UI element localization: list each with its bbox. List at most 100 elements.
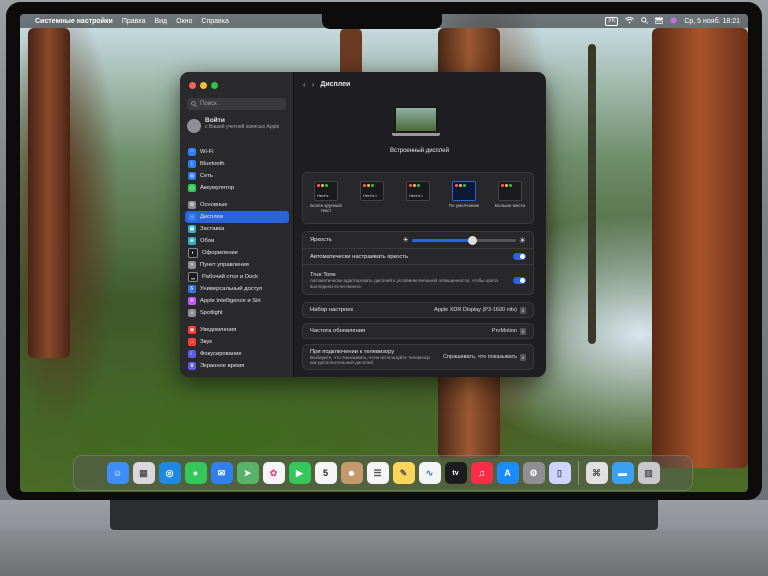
- app-store-icon[interactable]: A: [496, 462, 519, 484]
- true-tone-toggle[interactable]: [513, 277, 526, 284]
- chevron-updown-icon: ⇕: [520, 306, 526, 314]
- search-field[interactable]: Поиск: [187, 98, 286, 110]
- sidebar-item-appearance[interactable]: ◐ Оформление: [185, 247, 289, 259]
- sidebar-item-bluetooth[interactable]: ᛒ Bluetooth: [185, 158, 289, 170]
- sidebar-item-label: Основные: [200, 202, 228, 208]
- forward-button[interactable]: ›: [312, 80, 315, 89]
- brightness-slider[interactable]: [411, 235, 516, 245]
- true-tone-description: Автоматически адаптировать дисплей к усл…: [310, 278, 498, 289]
- sidebar-item-label: Spotlight: [200, 310, 223, 316]
- sidebar-item-screen-time[interactable]: ⧗ Экранное время: [185, 360, 289, 372]
- maps-icon[interactable]: ➤: [236, 462, 259, 484]
- tv-popup[interactable]: Спрашивать, что показывать ⇕: [443, 353, 526, 361]
- sidebar-item-wallpaper[interactable]: ❀ Обои: [185, 235, 289, 247]
- contacts-icon[interactable]: ☻: [340, 462, 363, 484]
- resolution-option-selected[interactable]: По умолчанию: [444, 181, 484, 213]
- sidebar-item-label: Пункт управления: [200, 262, 249, 268]
- sidebar-item-general[interactable]: ⚙ Основные: [185, 199, 289, 211]
- system-settings-icon[interactable]: ⚙: [522, 462, 545, 484]
- search-status-icon[interactable]: [641, 16, 649, 26]
- sidebar: Поиск Войти с Вашей учетной записью Appl…: [180, 72, 294, 377]
- wallpaper-tree: [652, 28, 748, 468]
- messages-icon[interactable]: ●: [184, 462, 207, 484]
- sidebar-item-notifications[interactable]: ◉ Уведомления: [185, 324, 289, 336]
- sidebar-item-wifi[interactable]: ◠ Wi-Fi: [185, 146, 289, 158]
- resolution-option[interactable]: Here's t: [352, 181, 392, 213]
- safari-icon[interactable]: ◎: [158, 462, 181, 484]
- sidebar-item-screensaver[interactable]: ▣ Заставка: [185, 223, 289, 235]
- tv-description: Выберите, что показывать, если используй…: [310, 354, 430, 366]
- sidebar-item-label: Apple Intelligence и Siri: [200, 298, 261, 304]
- sidebar-item-control-center[interactable]: ≡ Пункт управления: [185, 259, 289, 271]
- facetime-icon[interactable]: ▶: [288, 462, 311, 484]
- preset-label: Набор настроек: [310, 307, 353, 313]
- menu-view[interactable]: Вид: [154, 18, 167, 25]
- siri-status-icon[interactable]: [670, 16, 677, 26]
- auto-brightness-toggle[interactable]: [513, 253, 526, 260]
- tv-panel: При подключении к телевизору Выберите, ч…: [302, 344, 534, 370]
- display-icon: ☼: [188, 213, 196, 221]
- settings-content: ‹ › Дисплеи Встроенный дисплей Here's Бо…: [293, 72, 546, 377]
- finder-icon[interactable]: ☺: [106, 462, 129, 484]
- wallpaper-tree: [28, 28, 70, 358]
- sidebar-item-battery[interactable]: ▭ Аккумулятор: [185, 182, 289, 194]
- display-thumbnail[interactable]: [392, 106, 440, 140]
- preset-popup[interactable]: Apple XDR Display (P3-1600 nits) ⇕: [434, 306, 526, 314]
- reminders-icon[interactable]: ☰: [366, 462, 389, 484]
- resolution-panel: Here's Более крупный текст Here's t Here…: [302, 172, 534, 224]
- app-menu[interactable]: Системные настройки: [35, 18, 113, 25]
- sound-icon: ♪: [188, 338, 196, 346]
- freeform-icon[interactable]: ∿: [418, 462, 441, 484]
- apple-tv-icon[interactable]: tv: [444, 462, 467, 484]
- preview-icon[interactable]: ⌘: [585, 462, 608, 484]
- spotlight-icon: ⌕: [188, 309, 196, 317]
- sidebar-item-desktop-dock[interactable]: ▁ Рабочий стол и Dock: [185, 271, 289, 283]
- minimize-window-button[interactable]: [200, 82, 207, 89]
- refresh-rate-popup[interactable]: ProMotion ⇕: [492, 327, 526, 335]
- launchpad-icon[interactable]: ▦: [132, 462, 155, 484]
- brightness-knob[interactable]: [468, 235, 478, 245]
- resolution-option[interactable]: Больше места: [490, 181, 530, 213]
- sidebar-item-accessibility[interactable]: ♿ Универсальный доступ: [185, 283, 289, 295]
- input-source-indicator[interactable]: УК: [605, 16, 619, 26]
- close-window-button[interactable]: [189, 82, 196, 89]
- gear-icon: ⚙: [188, 201, 196, 209]
- zoom-window-button[interactable]: [211, 82, 218, 89]
- sidebar-item-spotlight[interactable]: ⌕ Spotlight: [185, 307, 289, 319]
- photos-icon[interactable]: ✿: [262, 462, 285, 484]
- laptop-screen: Системные настройки Правка Вид Окно Спра…: [20, 14, 748, 492]
- sidebar-item-focus[interactable]: ☾ Фокусирование: [185, 348, 289, 360]
- sidebar-item-label: Обои: [200, 238, 215, 244]
- menu-edit[interactable]: Правка: [122, 18, 146, 25]
- sidebar-item-network[interactable]: ◍ Сеть: [185, 170, 289, 182]
- apple-account-signin[interactable]: Войти с Вашей учетной записью Apple: [187, 117, 287, 141]
- search-placeholder: Поиск: [200, 101, 217, 107]
- music-icon[interactable]: ♫: [470, 462, 493, 484]
- sidebar-item-label: Экранное время: [200, 363, 245, 369]
- trash-icon[interactable]: ▥: [637, 462, 660, 484]
- laptop-deck: [0, 530, 768, 576]
- resolution-option[interactable]: Here's Более крупный текст: [306, 181, 346, 213]
- menu-window[interactable]: Окно: [176, 18, 192, 25]
- sidebar-item-displays[interactable]: ☼ Дисплеи: [185, 211, 289, 223]
- sidebar-item-sound[interactable]: ♪ Звук: [185, 336, 289, 348]
- mail-icon[interactable]: ✉: [210, 462, 233, 484]
- clock-text[interactable]: Ср, 5 нояб. 18:21: [684, 18, 740, 25]
- back-button[interactable]: ‹: [303, 80, 306, 89]
- sidebar-item-siri[interactable]: ✦ Apple Intelligence и Siri: [185, 295, 289, 307]
- downloads-folder-icon[interactable]: ▬: [611, 462, 634, 484]
- auto-brightness-label: Автоматически настраивать яркость: [310, 253, 408, 260]
- calendar-icon[interactable]: 5: [314, 462, 337, 484]
- appearance-icon: ◐: [188, 248, 198, 258]
- sidebar-item-label: Универсальный доступ: [200, 286, 263, 292]
- notes-icon[interactable]: ✎: [392, 462, 415, 484]
- iphone-mirroring-icon[interactable]: ▯: [548, 462, 571, 484]
- resolution-option[interactable]: Here's t: [398, 181, 438, 213]
- control-center-status-icon[interactable]: [654, 17, 664, 26]
- brightness-low-icon: ☀: [402, 237, 409, 244]
- resolution-label: По умолчанию: [448, 203, 480, 208]
- display-name-label: Встроенный дисплей: [389, 148, 449, 154]
- wifi-status-icon[interactable]: [625, 16, 635, 26]
- menu-help[interactable]: Справка: [201, 18, 228, 25]
- dock: ☺ ▦ ◎ ● ✉ ➤ ✿ ▶ 5 ☻ ☰ ✎ ∿ tv ♫ A ⚙ ▯ ⌘ ▬…: [73, 455, 693, 491]
